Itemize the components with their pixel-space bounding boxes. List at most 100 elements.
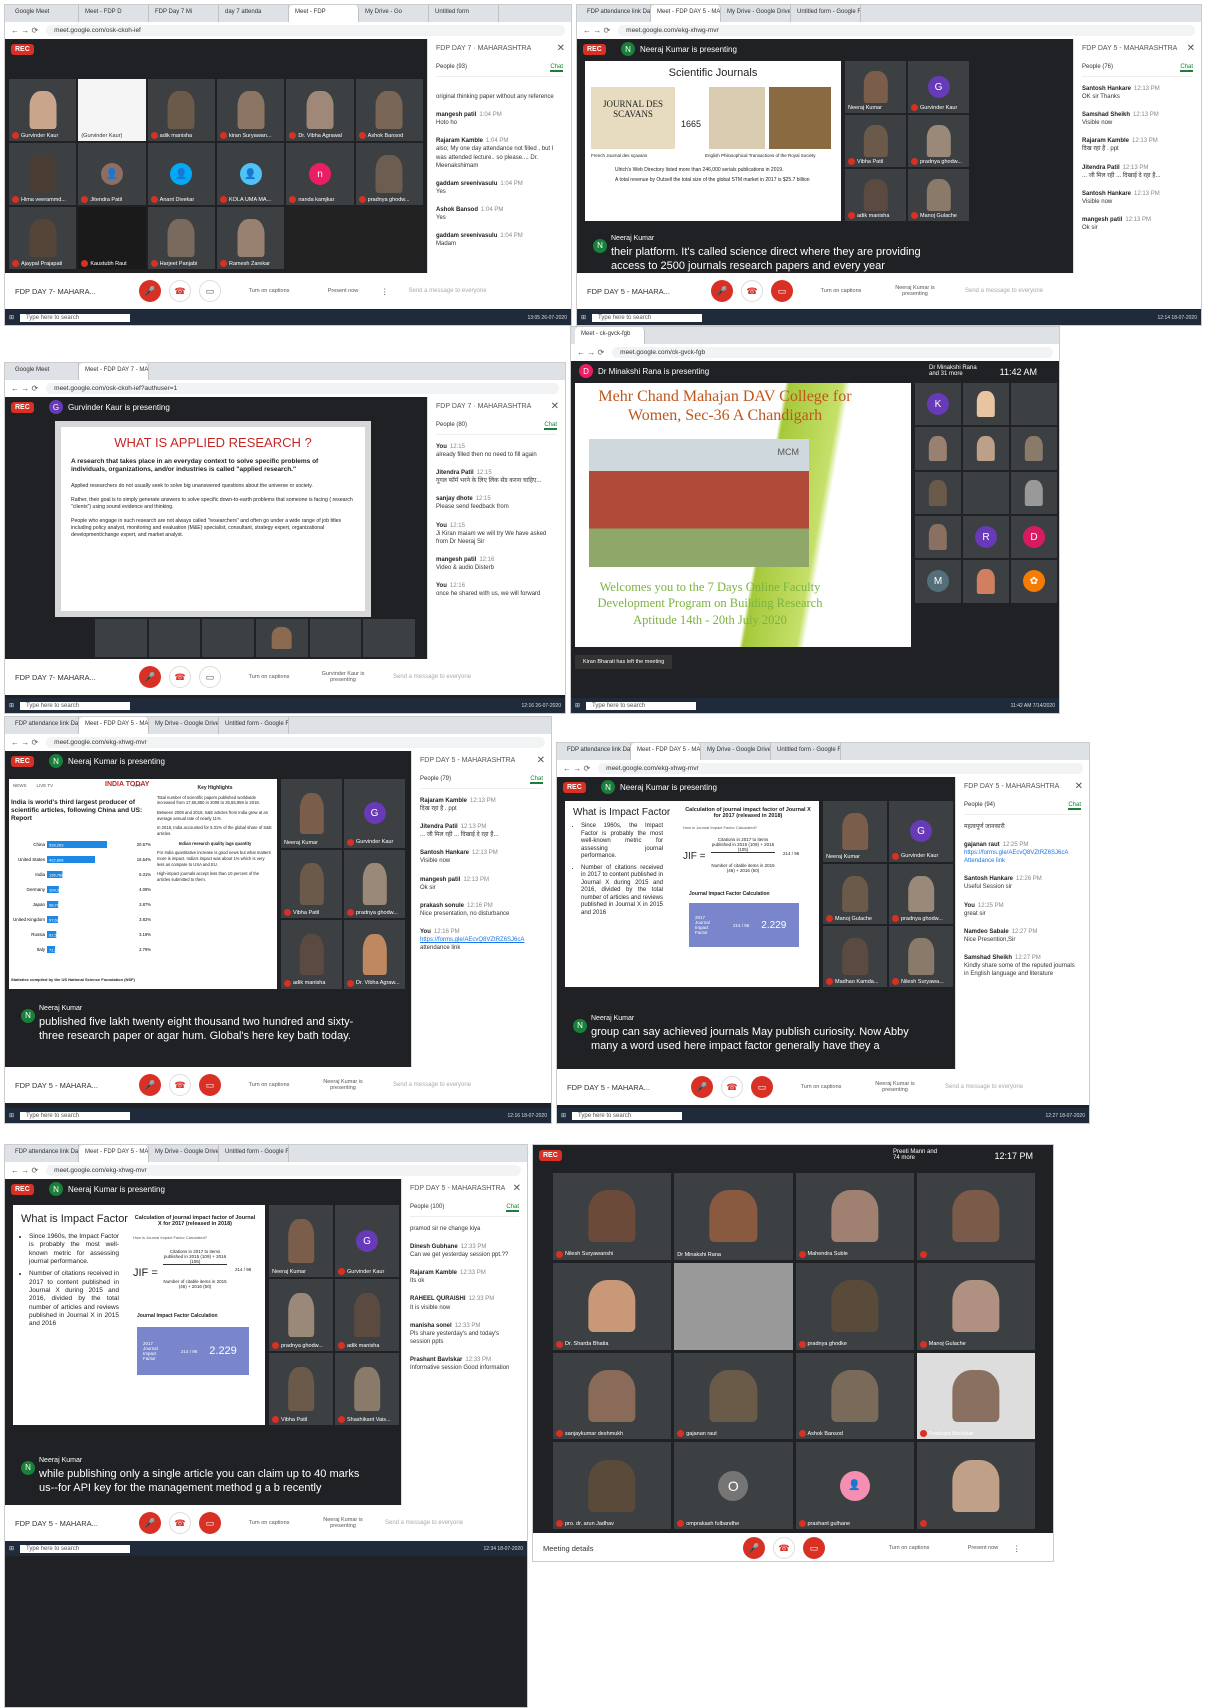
more-options-icon[interactable]: ⋮: [381, 287, 389, 296]
back-icon[interactable]: ← → ⟳: [11, 384, 38, 393]
participant-tile[interactable]: K: [915, 383, 961, 426]
browser-tab[interactable]: FDP attendance link Day 5: [581, 5, 651, 22]
participant-tile[interactable]: 👤 KOLA UMA MA...: [217, 143, 285, 205]
participant-tile[interactable]: Vibha Patil: [845, 115, 906, 167]
participant-tile[interactable]: [674, 1262, 793, 1350]
close-icon[interactable]: ✕: [537, 755, 545, 766]
camera-off-button[interactable]: ▭: [199, 1074, 221, 1096]
participant-tile[interactable]: [915, 471, 961, 514]
participant-tile[interactable]: n nanda kamjkar: [286, 143, 354, 205]
participant-tile[interactable]: Harjeet Panjabi: [147, 207, 215, 269]
browser-tab[interactable]: Meet - FDP DAY 5 - MAHAR: [651, 5, 721, 22]
people-tab[interactable]: People (94): [964, 802, 995, 810]
participant-tile[interactable]: [963, 383, 1009, 426]
captions-button[interactable]: Turn on captions: [791, 1084, 851, 1090]
captions-button[interactable]: Turn on captions: [239, 1520, 299, 1526]
camera-off-button[interactable]: ▭: [771, 280, 793, 302]
browser-tab[interactable]: Meet - FDP DAY 7 - MAHAR: [79, 363, 149, 380]
participant-tile[interactable]: Ashok Bansod: [795, 1352, 914, 1440]
participant-tile[interactable]: [286, 207, 354, 269]
browser-tab[interactable]: FDP attendance link Day 5: [561, 743, 631, 760]
mic-off-button[interactable]: 🎤: [139, 1512, 161, 1534]
browser-tab[interactable]: My Drive - Google Drive: [149, 717, 219, 734]
meeting-details-button[interactable]: Meeting details: [543, 1544, 663, 1553]
send-message-input[interactable]: Send a message to everyone: [393, 1082, 471, 1088]
captions-button[interactable]: Turn on captions: [879, 1545, 939, 1551]
presenting-button[interactable]: Neeraj Kumar is presenting: [313, 1517, 373, 1529]
mic-off-button[interactable]: 🎤: [139, 1074, 161, 1096]
windows-icon[interactable]: ⊞: [9, 314, 14, 321]
participant-tile[interactable]: Ajaypal Prajapati: [9, 207, 77, 269]
chat-tab[interactable]: Chat: [1068, 802, 1081, 810]
browser-tab[interactable]: day 7 attenda: [219, 5, 289, 22]
mic-off-button[interactable]: 🎤: [139, 666, 161, 688]
participant-tile[interactable]: Gurvinder Kaur: [9, 79, 77, 141]
people-tab[interactable]: People (100): [410, 1204, 444, 1212]
participant-tile[interactable]: Dr Minakshi Rana: [674, 1173, 793, 1260]
mic-off-button[interactable]: 🎤: [691, 1076, 713, 1098]
hang-up-button[interactable]: ☎: [721, 1076, 743, 1098]
browser-tab[interactable]: Google Meet: [9, 363, 79, 380]
participant-tile[interactable]: M: [915, 560, 961, 603]
captions-button[interactable]: Turn on captions: [811, 288, 871, 294]
browser-tab[interactable]: Meet - FDP DAY 5 - MAHAR: [79, 1145, 149, 1162]
participant-tile[interactable]: Nilesh Suryawa...: [889, 926, 953, 987]
browser-tab[interactable]: My Drive - Google Drive: [721, 5, 791, 22]
participant-tile[interactable]: Shashikant Vais...: [335, 1353, 399, 1425]
participant-tile[interactable]: D: [1011, 515, 1057, 559]
participant-tile[interactable]: adik manisha: [845, 169, 906, 221]
send-message-input[interactable]: Send a message to everyone: [945, 1084, 1023, 1090]
address-bar[interactable]: meet.google.com/ekg-xhwg-mvr: [618, 25, 1195, 36]
participant-tile[interactable]: 👤 prashant gulhane: [795, 1442, 914, 1529]
taskbar-search[interactable]: Type here to search: [20, 313, 131, 322]
chat-tab[interactable]: Chat: [544, 422, 557, 430]
back-icon[interactable]: ← → ⟳: [583, 26, 610, 35]
participant-tile[interactable]: Kaustubh Raut: [78, 207, 146, 269]
back-icon[interactable]: ← → ⟳: [563, 764, 590, 773]
browser-tab[interactable]: Google Meet: [9, 5, 79, 22]
participant-tile[interactable]: adik manisha: [147, 79, 215, 141]
meeting-name[interactable]: FDP DAY 7- MAHARA...: [15, 673, 135, 682]
participant-tile[interactable]: Manoj Gulache: [823, 863, 887, 925]
participant-tile[interactable]: [963, 471, 1009, 514]
browser-tab[interactable]: Untitled form - Google Forms: [219, 1145, 289, 1162]
chat-tab[interactable]: Chat: [1180, 64, 1193, 72]
meeting-name[interactable]: FDP DAY 5 - MAHARA...: [567, 1083, 687, 1092]
windows-icon[interactable]: ⊞: [575, 702, 580, 709]
participant-count[interactable]: Dr Minakshi Rana and 31 more: [929, 365, 979, 377]
browser-tab[interactable]: Untitled form: [429, 5, 499, 22]
taskbar-search[interactable]: Type here to search: [592, 313, 703, 322]
participant-tile[interactable]: [915, 515, 961, 559]
participant-tile[interactable]: Neeraj Kumar: [823, 801, 887, 862]
participant-tile[interactable]: [963, 427, 1009, 470]
participant-tile[interactable]: [95, 619, 147, 657]
people-tab[interactable]: People (76): [1082, 64, 1113, 72]
browser-tab[interactable]: Untitled form - Google Forms: [771, 743, 841, 760]
browser-tab[interactable]: My Drive - Google Drive: [701, 743, 771, 760]
browser-tab[interactable]: Meet - FDP DAY 5 - MAHAR: [79, 717, 149, 734]
browser-tab[interactable]: Untitled form - Google Forms: [219, 717, 289, 734]
participant-tile[interactable]: [148, 619, 201, 657]
hang-up-button[interactable]: ☎: [741, 280, 763, 302]
form-link[interactable]: https://forms.gle/AEcvQ8VZtRZ6SJ6cA Atte…: [964, 849, 1081, 865]
close-icon[interactable]: ✕: [513, 1183, 521, 1194]
address-bar[interactable]: meet.google.com/osk-ckoh-ief: [46, 25, 565, 36]
chat-tab[interactable]: Chat: [530, 776, 543, 784]
participant-tile[interactable]: Ashok Bansod: [355, 79, 423, 141]
people-tab[interactable]: People (79): [420, 776, 451, 784]
hang-up-button[interactable]: ☎: [169, 1512, 191, 1534]
participant-tile[interactable]: [963, 560, 1009, 603]
participant-tile[interactable]: pro. dr. arun Jadhav: [553, 1442, 672, 1529]
participant-tile[interactable]: G Gurvinder Kaur: [889, 801, 953, 862]
meeting-name[interactable]: FDP DAY 5 - MAHARA...: [15, 1519, 135, 1528]
participant-tile[interactable]: Ramesh Zarekar: [217, 207, 285, 269]
participant-tile[interactable]: pradnya ghodw...: [355, 143, 423, 205]
browser-tab[interactable]: Meet - FDP D: [79, 5, 149, 22]
captions-button[interactable]: Turn on captions: [239, 288, 299, 294]
participant-tile[interactable]: R: [963, 515, 1009, 559]
participant-tile[interactable]: G Gurvinder Kaur: [908, 61, 969, 113]
browser-tab[interactable]: Untitled form - Google Forms: [791, 5, 861, 22]
participant-tile[interactable]: Manoj Gulache: [908, 169, 969, 221]
present-now-button[interactable]: Present now: [953, 1545, 1013, 1551]
browser-tab[interactable]: My Drive - Google Drive: [149, 1145, 219, 1162]
